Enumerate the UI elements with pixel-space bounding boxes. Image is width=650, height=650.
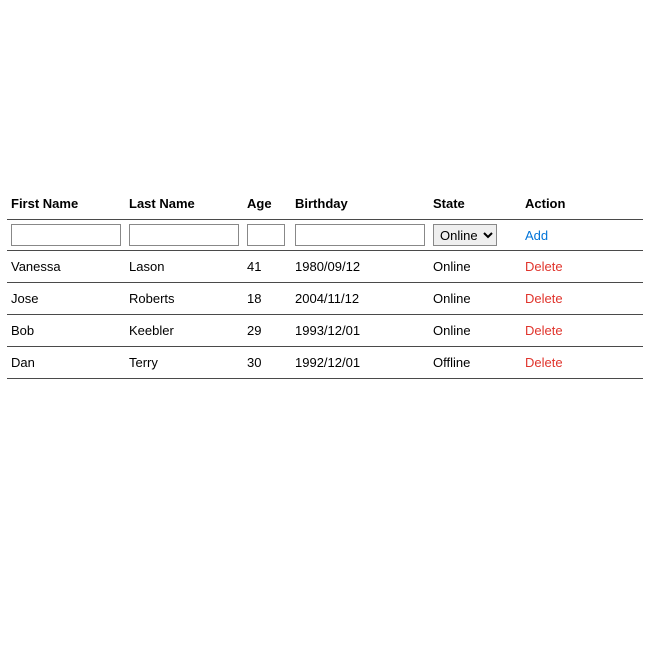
cell-last-name: Lason — [125, 251, 243, 283]
cell-age: 18 — [243, 283, 291, 315]
cell-state: Online — [429, 315, 521, 347]
cell-first-name: Vanessa — [7, 251, 125, 283]
cell-last-name: Keebler — [125, 315, 243, 347]
cell-age: 30 — [243, 347, 291, 379]
last-name-input[interactable] — [129, 224, 239, 246]
cell-state: Online — [429, 251, 521, 283]
cell-birthday: 2004/11/12 — [291, 283, 429, 315]
delete-button[interactable]: Delete — [525, 291, 563, 306]
delete-button[interactable]: Delete — [525, 355, 563, 370]
delete-button[interactable]: Delete — [525, 259, 563, 274]
first-name-input[interactable] — [11, 224, 121, 246]
input-row: Online Offline Add — [7, 220, 643, 251]
cell-birthday: 1980/09/12 — [291, 251, 429, 283]
birthday-input[interactable] — [295, 224, 425, 246]
people-table: First Name Last Name Age Birthday State … — [7, 190, 643, 379]
table-row: Jose Roberts 18 2004/11/12 Online Delete — [7, 283, 643, 315]
cell-state: Online — [429, 283, 521, 315]
table-row: Vanessa Lason 41 1980/09/12 Online Delet… — [7, 251, 643, 283]
state-select[interactable]: Online Offline — [433, 224, 497, 246]
age-input[interactable] — [247, 224, 285, 246]
delete-button[interactable]: Delete — [525, 323, 563, 338]
table-row: Bob Keebler 29 1993/12/01 Online Delete — [7, 315, 643, 347]
header-row: First Name Last Name Age Birthday State … — [7, 190, 643, 220]
add-button[interactable]: Add — [525, 228, 548, 243]
cell-state: Offline — [429, 347, 521, 379]
cell-last-name: Roberts — [125, 283, 243, 315]
cell-age: 29 — [243, 315, 291, 347]
cell-age: 41 — [243, 251, 291, 283]
cell-birthday: 1992/12/01 — [291, 347, 429, 379]
cell-birthday: 1993/12/01 — [291, 315, 429, 347]
header-last-name: Last Name — [125, 190, 243, 220]
cell-first-name: Bob — [7, 315, 125, 347]
header-age: Age — [243, 190, 291, 220]
header-action: Action — [521, 190, 643, 220]
header-first-name: First Name — [7, 190, 125, 220]
cell-first-name: Dan — [7, 347, 125, 379]
header-birthday: Birthday — [291, 190, 429, 220]
cell-first-name: Jose — [7, 283, 125, 315]
header-state: State — [429, 190, 521, 220]
table-row: Dan Terry 30 1992/12/01 Offline Delete — [7, 347, 643, 379]
cell-last-name: Terry — [125, 347, 243, 379]
